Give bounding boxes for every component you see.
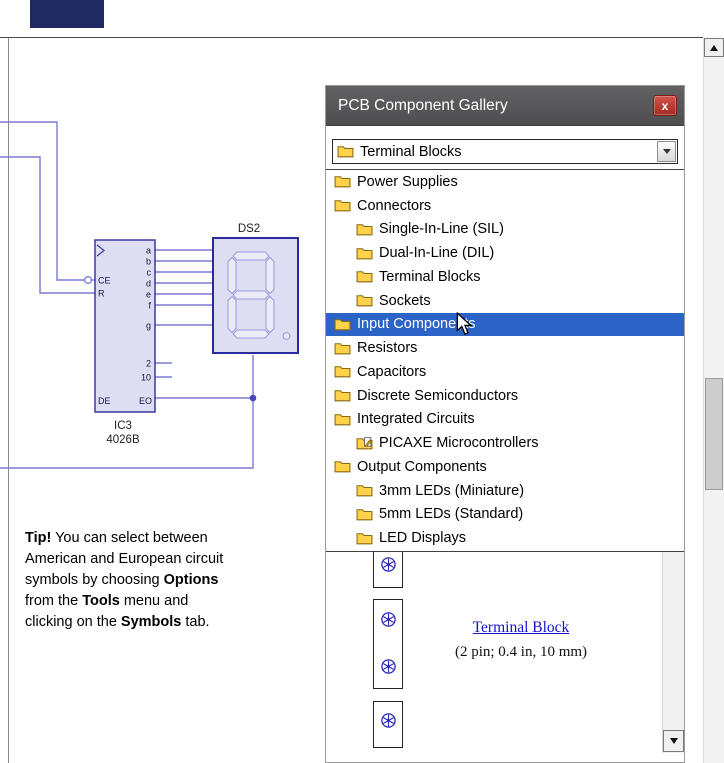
folder-icon [334,390,351,402]
category-combobox[interactable]: Terminal Blocks [332,139,678,164]
list-item-discrete-semiconductors[interactable]: Discrete Semiconductors [326,384,684,408]
ic-reference: IC3 [114,420,132,432]
pin-label-b: b [146,257,151,267]
decimal-point [282,332,291,340]
gallery-scroll-down-button[interactable] [663,730,684,752]
app-canvas: a b c d e f g 2 10 CE R DE EO DS2 IC3 40… [0,0,724,763]
circuit-diagram: a b c d e f g 2 10 CE R DE EO DS2 IC3 40… [0,121,299,469]
close-button[interactable]: x [653,95,677,116]
pin-label-2: 2 [146,359,151,369]
list-item-single-in-line[interactable]: Single-In-Line (SIL) [326,218,684,242]
ic-part-number: 4026B [106,434,140,446]
inverter-bubble [83,275,93,285]
folder-icon [356,532,373,544]
combobox-value: Terminal Blocks [360,143,462,160]
list-item-input-components[interactable]: Input Components [326,312,684,337]
folder-icon [337,146,354,158]
scroll-up-button[interactable] [704,38,724,57]
scrollbar-thumb[interactable] [705,378,723,490]
pin-label-e: e [146,290,151,300]
pin-label-10: 10 [141,373,151,383]
folder-icon [356,485,373,497]
display-reference: DS2 [238,223,260,235]
main-vertical-scrollbar[interactable] [703,38,724,763]
pin-label-a: a [146,246,151,256]
list-item-capacitors[interactable]: Capacitors [326,360,684,384]
list-item-picaxe-microcontrollers[interactable]: PICAXE Microcontrollers [326,431,684,455]
dialog-titlebar[interactable]: PCB Component Gallery x [326,86,684,126]
pin-label-r: R [98,289,105,299]
tip-bold-tools: Tools [82,592,120,609]
pin-label-c: c [147,268,152,278]
tip-text: Tip! You can select between American and… [25,529,224,630]
folder-icon [356,295,373,307]
folder-icon [334,200,351,212]
tip-bold-tip: Tip! [25,529,52,546]
list-item-resistors[interactable]: Resistors [326,336,684,360]
dialog-title: PCB Component Gallery [338,96,508,114]
folder-icon [334,366,351,378]
folder-icon [334,319,351,331]
pad-icon [381,557,396,572]
list-item-output-components[interactable]: Output Components [326,455,684,479]
pin-label-g: g [146,321,151,331]
close-icon: x [661,98,669,113]
combo-dropdown-button[interactable] [657,141,676,162]
pin-label-de: DE [98,396,111,406]
terminal-block-link[interactable]: Terminal Block [473,619,570,636]
folder-edit-icon [356,436,373,449]
list-item-sockets[interactable]: Sockets [326,289,684,313]
folder-icon [356,271,373,283]
folder-icon [334,342,351,354]
pcb-component-gallery-dialog: PCB Component Gallery x Terminal Blocks [325,85,685,763]
folder-icon [334,461,351,473]
list-item-3mm-leds[interactable]: 3mm LEDs (Miniature) [326,479,684,503]
folder-icon [356,247,373,259]
component-description-block: Terminal Block (2 pin; 0.4 in, 10 mm) [421,619,621,661]
pin-label-eo: EO [139,396,152,406]
list-item-dual-in-line[interactable]: Dual-In-Line (DIL) [326,241,684,265]
pin-label-d: d [146,279,151,289]
chevron-down-icon [662,149,671,154]
terminal-block-description: (2 pin; 0.4 in, 10 mm) [454,644,588,660]
pad-icon [381,713,396,728]
pad-icon [381,659,396,674]
junction-dot [249,394,257,402]
folder-icon [356,224,373,236]
component-preview-terminal-block-2pin[interactable] [373,599,403,689]
mouse-cursor-icon [456,312,473,336]
list-item-5mm-leds[interactable]: 5mm LEDs (Standard) [326,503,684,527]
component-preview-terminal-block-next[interactable] [373,701,403,748]
list-item-led-displays[interactable]: LED Displays [326,526,684,550]
folder-icon [334,414,351,426]
pad-icon [381,612,396,627]
tip-bold-symbols: Symbols [120,613,182,630]
folder-icon [334,176,351,188]
category-dropdown-list: Power Supplies Connectors Single-In-Line… [326,169,684,552]
list-item-terminal-blocks[interactable]: Terminal Blocks [326,265,684,289]
folder-icon [356,509,373,521]
pin-label-ce: CE [98,276,111,286]
scroll-down-icon [669,738,678,744]
tip-bold-options: Options [163,571,219,588]
list-item-connectors[interactable]: Connectors [326,194,684,218]
list-item-integrated-circuits[interactable]: Integrated Circuits [326,408,684,432]
scroll-up-icon [710,44,718,51]
list-item-power-supplies[interactable]: Power Supplies [326,170,684,194]
